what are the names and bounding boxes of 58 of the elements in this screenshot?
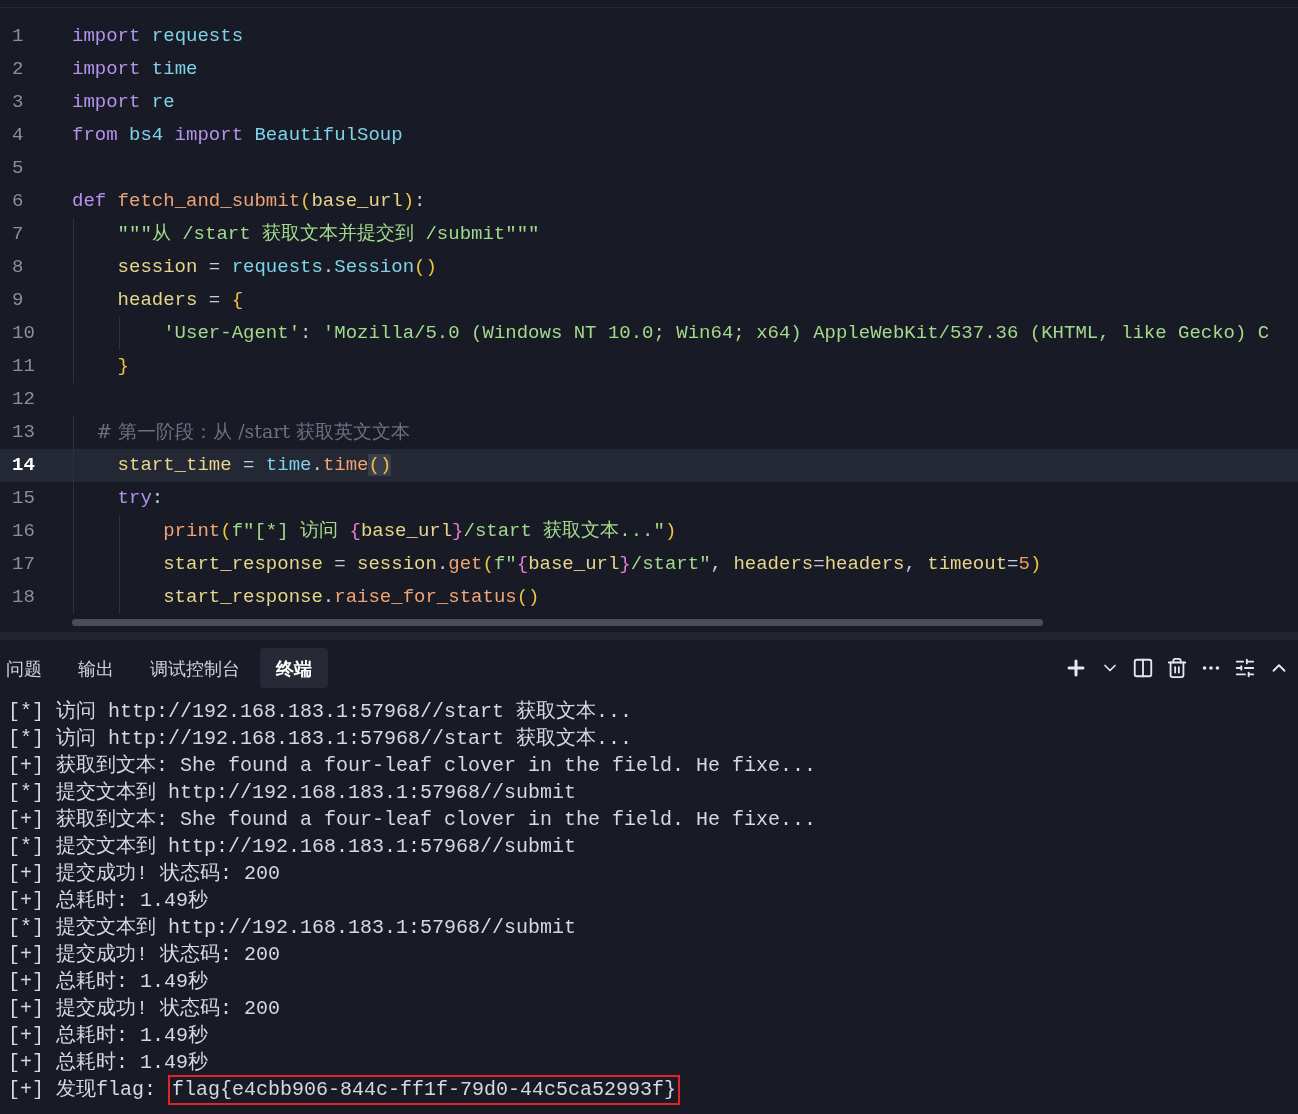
terminal-line: [*] 提交文本到 http://192.168.183.1:57968//submit xyxy=(8,914,577,941)
line-number: 6 xyxy=(11,189,25,215)
line-number: 12 xyxy=(11,387,36,413)
code-line: from bs4 import BeautifulSoup xyxy=(72,123,403,149)
code-line: try: xyxy=(116,486,164,512)
line-number: 9 xyxy=(11,288,25,314)
terminal-line: [+] 提交成功! 状态码: 200 xyxy=(8,941,281,968)
code-line: start_time = time.time() xyxy=(116,453,392,479)
code-line: import re xyxy=(72,90,175,116)
code-line: start_response.raise_for_status() xyxy=(162,585,540,611)
terminal-line: [+] 总耗时: 1.49秒 xyxy=(8,1022,209,1049)
terminal-line: [*] 提交文本到 http://192.168.183.1:57968//submit xyxy=(8,833,577,860)
terminal-line: [+] 总耗时: 1.49秒 xyxy=(8,1049,209,1076)
line-number: 5 xyxy=(11,156,25,182)
panel-tab[interactable]: 终端 xyxy=(260,648,328,688)
line-number: 14 xyxy=(11,453,36,479)
line-number: 1 xyxy=(11,24,25,50)
terminal-line: [+] 获取到文本: She found a four-leaf clover in the field. He fixe... xyxy=(8,752,817,779)
line-number: 17 xyxy=(11,552,36,578)
code-line: } xyxy=(116,354,129,380)
split-panel-icon[interactable] xyxy=(1132,657,1154,679)
terminal-line: [+] 获取到文本: She found a four-leaf clover in the field. He fixe... xyxy=(8,806,817,833)
code-line: print(f"[*] 访问 {base_url}/start 获取文本...") xyxy=(162,519,677,545)
line-number: 13 xyxy=(11,420,36,446)
panel-tab[interactable]: 问题 xyxy=(4,648,58,688)
terminal-line: [*] 提交文本到 http://192.168.183.1:57968//submit xyxy=(8,779,577,806)
line-number: 2 xyxy=(11,57,25,83)
line-number: 11 xyxy=(11,354,36,380)
terminal-line: [+] 发现flag: xyxy=(8,1076,157,1103)
panel-tab[interactable]: 调试控制台 xyxy=(134,648,256,688)
code-line: def fetch_and_submit(base_url): xyxy=(72,189,426,215)
line-number: 3 xyxy=(11,90,25,116)
terminal-line: [*] 访问 http://192.168.183.1:57968//start 获取文本... xyxy=(8,698,633,725)
terminal-line: [*] 访问 http://192.168.183.1:57968//start 获取文本... xyxy=(8,725,633,752)
code-line: # 第一阶段：从 /start 获取英文文本 xyxy=(95,419,411,445)
line-number: 18 xyxy=(11,585,36,611)
terminal-line: [+] 总耗时: 1.49秒 xyxy=(8,968,209,995)
scrollbar[interactable] xyxy=(72,619,1043,626)
line-number: 15 xyxy=(11,486,36,512)
code-line: import requests xyxy=(72,24,244,50)
terminal-line: [+] 总耗时: 1.49秒 xyxy=(8,887,209,914)
code-line: """从 /start 获取文本并提交到 /submit""" xyxy=(116,222,540,248)
line-number: 7 xyxy=(11,222,25,248)
line-number: 8 xyxy=(11,255,25,281)
terminal-line: [+] 提交成功! 状态码: 200 xyxy=(8,860,281,887)
flag-highlight: flag{e4cbb906-844c-ff1f-79d0-44c5ca52993f} xyxy=(168,1074,681,1105)
panel-tab[interactable]: 输出 xyxy=(62,648,130,688)
terminal-line: [+] 提交成功! 状态码: 200 xyxy=(8,995,281,1022)
line-number: 10 xyxy=(11,321,36,347)
line-number: 16 xyxy=(11,519,36,545)
code-line: headers = { xyxy=(116,288,244,314)
code-line: import time xyxy=(72,57,198,83)
code-line: 'User-Agent': 'Mozilla/5.0 (Windows NT 10.0; Win64; x64) AppleWebKit/537.36 (KHTML, like Gecko) C xyxy=(162,321,1270,347)
sliders-icon[interactable] xyxy=(1234,657,1256,679)
code-line: start_response = session.get(f"{base_url}/start", headers=headers, timeout=5) xyxy=(162,552,1042,578)
code-line: session = requests.Session() xyxy=(116,255,437,281)
trash-icon[interactable] xyxy=(1166,657,1188,679)
line-number: 4 xyxy=(11,123,25,149)
